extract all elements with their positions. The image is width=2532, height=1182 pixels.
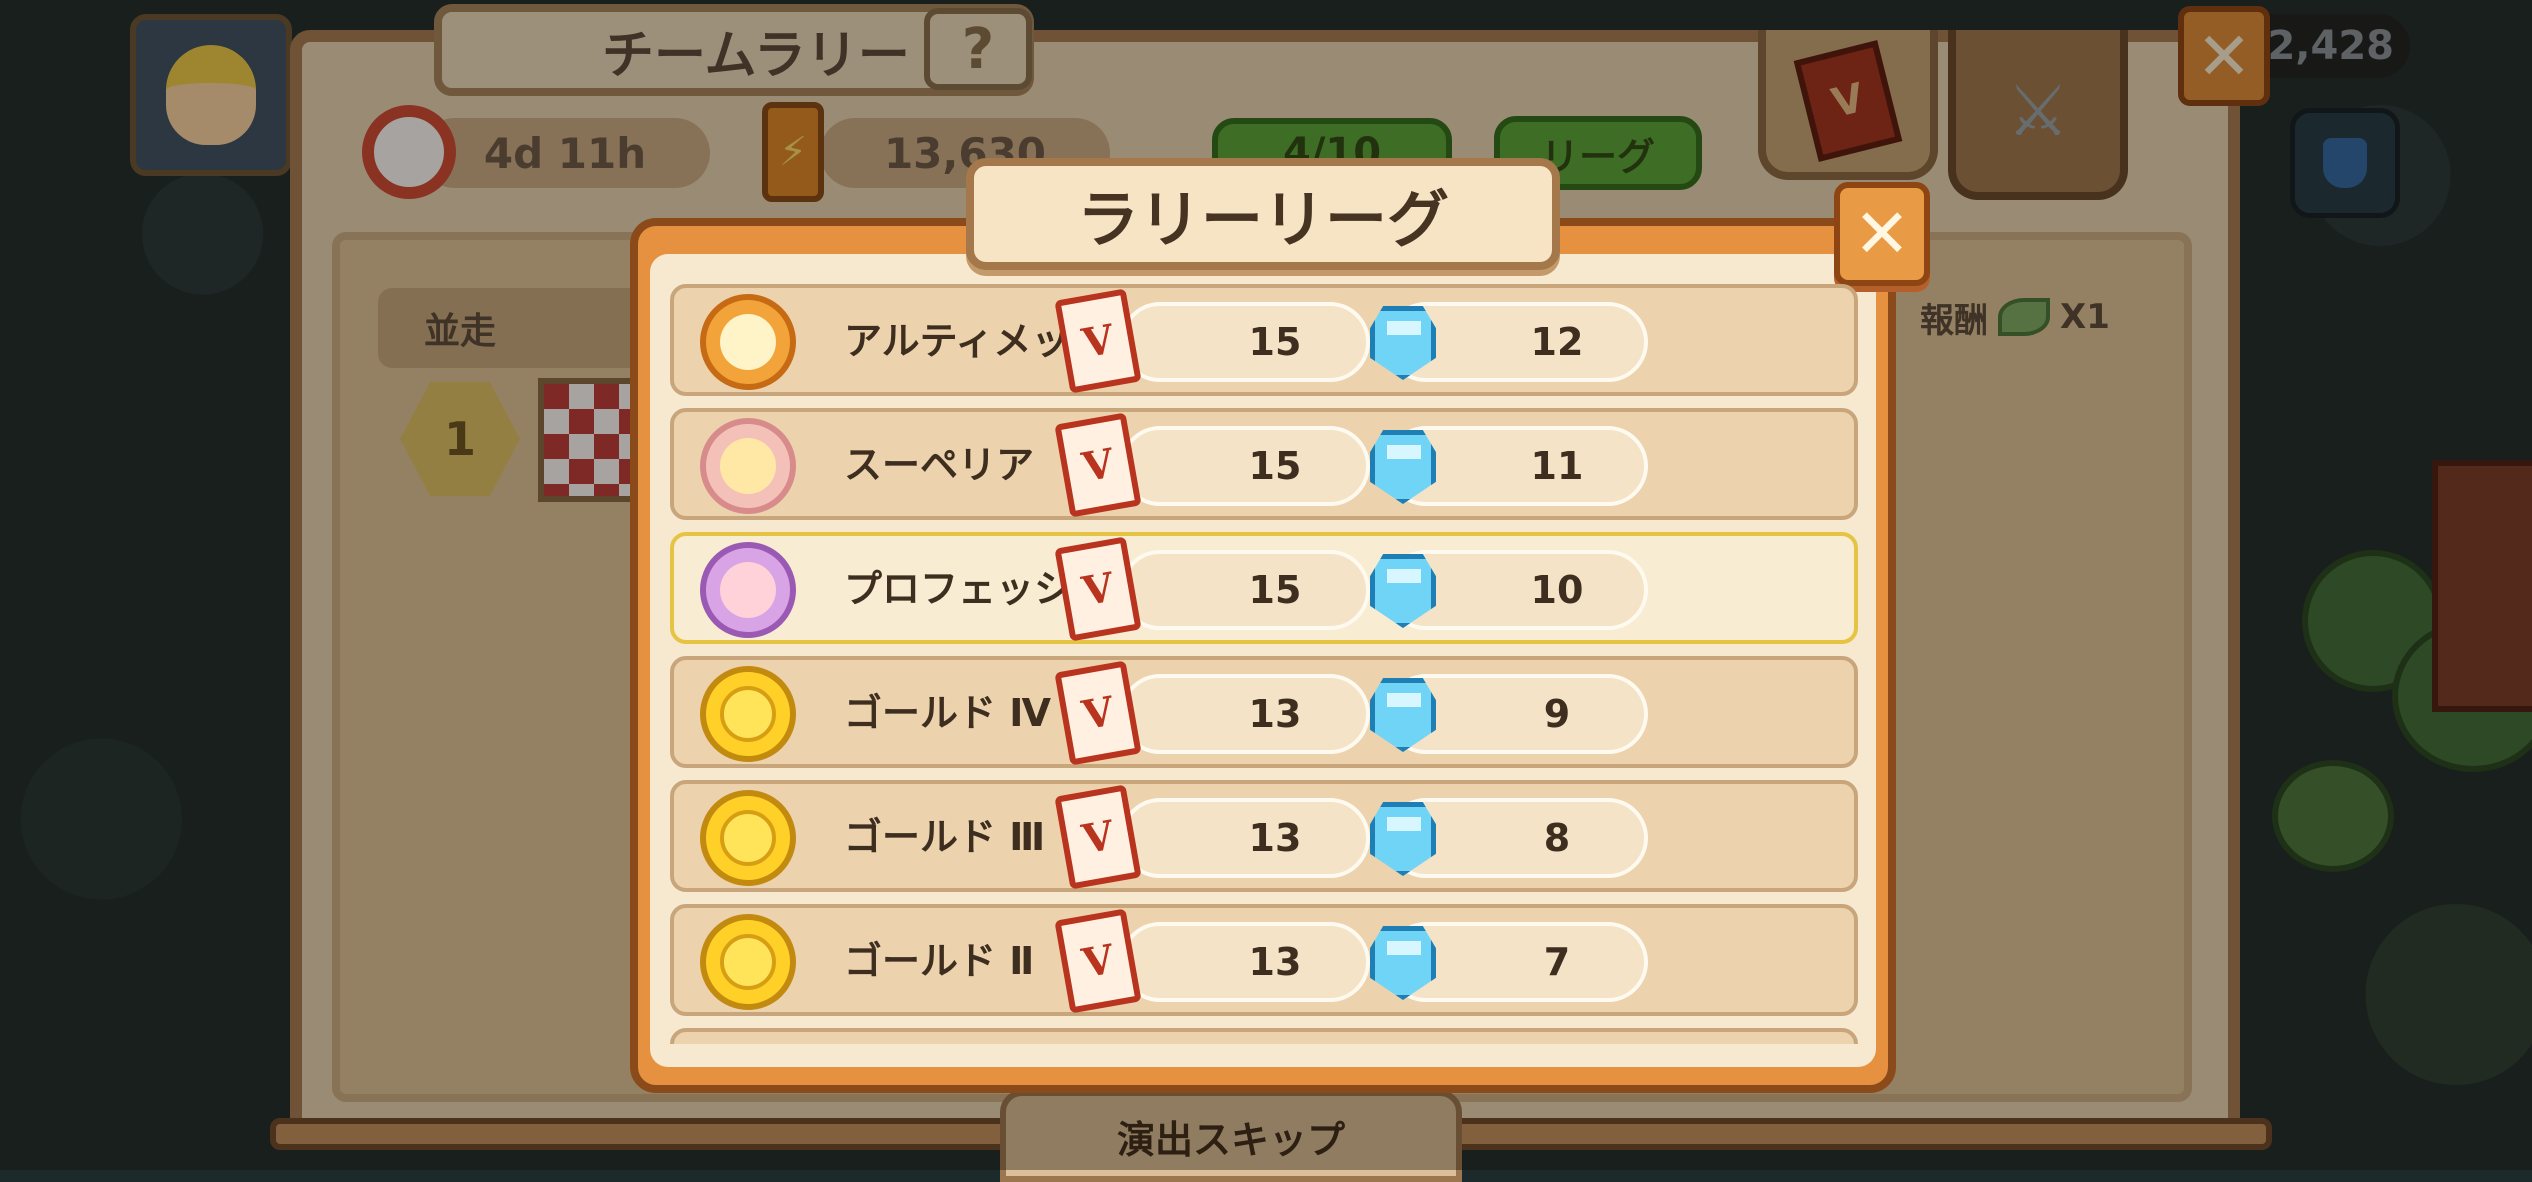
v-card-icon: V <box>1054 288 1142 394</box>
card-reward-pill: 15 <box>1120 550 1370 630</box>
league-name: ゴールド Ⅱ <box>844 939 1035 983</box>
v-card-icon: V <box>1054 908 1142 1014</box>
league-row[interactable]: ゴールド Ⅳ 13 V 9 <box>670 656 1858 768</box>
league-name: スーペリア <box>844 443 1035 487</box>
gem-reward-count: 8 <box>1543 816 1571 860</box>
gem-reward-count: 7 <box>1543 940 1571 984</box>
league-row-partial[interactable] <box>670 1028 1858 1044</box>
v-card-icon: V <box>1054 536 1142 642</box>
league-row[interactable]: プロフェッショナル 15 V 10 <box>670 532 1858 644</box>
v-card-icon: V <box>1054 412 1142 518</box>
card-reward-pill: 15 <box>1120 426 1370 506</box>
gem-reward-count: 11 <box>1530 444 1584 488</box>
gem-reward-count: 9 <box>1543 692 1571 736</box>
league-row[interactable]: アルティメット 15 V 12 <box>670 284 1858 396</box>
card-reward-count: 15 <box>1248 320 1302 364</box>
chicken-sun-badge-icon <box>700 294 796 390</box>
card-reward-pill: 15 <box>1120 302 1370 382</box>
card-reward-pill: 13 <box>1120 798 1370 878</box>
league-name: ゴールド Ⅳ <box>844 691 1051 735</box>
league-row[interactable]: ゴールド Ⅱ 13 V 7 <box>670 904 1858 1016</box>
gold-apple-badge-icon <box>700 790 796 886</box>
card-reward-pill: 13 <box>1120 922 1370 1002</box>
card-reward-count: 13 <box>1248 940 1302 984</box>
gold-apple-badge-icon <box>700 666 796 762</box>
card-reward-count: 13 <box>1248 816 1302 860</box>
league-name: ゴールド Ⅲ <box>844 815 1046 859</box>
card-reward-pill: 13 <box>1120 674 1370 754</box>
card-reward-count: 15 <box>1248 568 1302 612</box>
gem-reward-count: 12 <box>1530 320 1584 364</box>
v-card-icon: V <box>1054 660 1142 766</box>
chicken-pink-badge-icon <box>700 418 796 514</box>
pig-flower-badge-icon <box>700 542 796 638</box>
modal-close-button[interactable]: ✕ <box>1834 182 1930 286</box>
gold-pinecone-badge-icon <box>700 914 796 1010</box>
gem-reward-count: 10 <box>1530 568 1584 612</box>
league-row[interactable]: スーペリア 15 V 11 <box>670 408 1858 520</box>
league-row[interactable]: ゴールド Ⅲ 13 V 8 <box>670 780 1858 892</box>
card-reward-count: 13 <box>1248 692 1302 736</box>
v-card-icon: V <box>1054 784 1142 890</box>
league-list[interactable]: アルティメット 15 V 12 スーペリア 15 V 11 プロフェッショナル 15 V 10 ゴールド… <box>670 284 1860 1044</box>
modal-title: ラリーリーグ <box>966 158 1560 270</box>
card-reward-count: 15 <box>1248 444 1302 488</box>
